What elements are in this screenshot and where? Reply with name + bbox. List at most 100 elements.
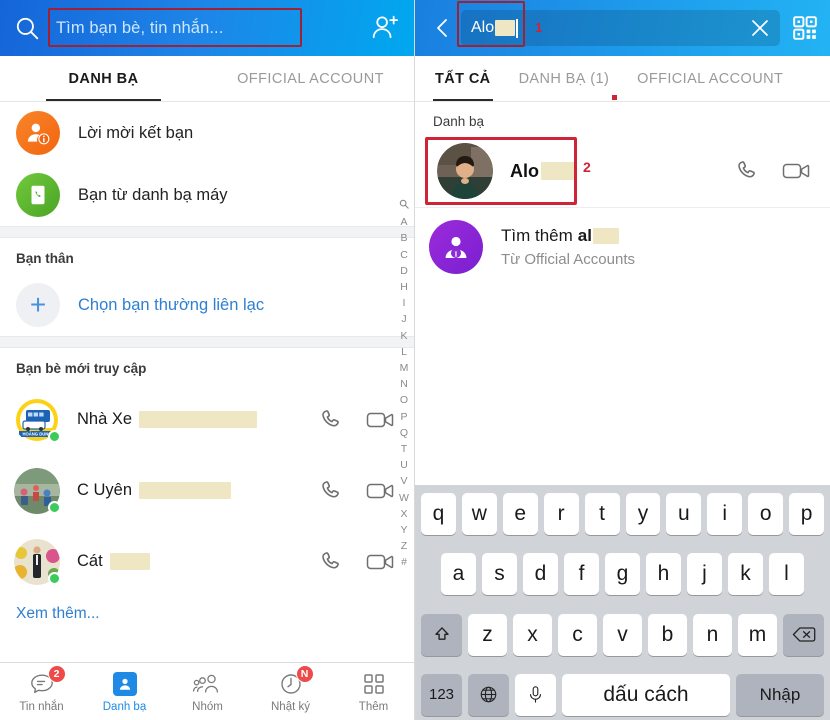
oa-person-glyph: I [445, 236, 467, 258]
alpha-letter[interactable]: L [396, 344, 412, 360]
key-u[interactable]: u [666, 493, 702, 535]
key-l[interactable]: l [769, 553, 804, 596]
list-item[interactable]: C Uyên [0, 455, 414, 526]
phone-card-glyph [31, 185, 45, 205]
microphone-icon[interactable] [515, 673, 556, 716]
search-result-contact[interactable]: Alo 2 [415, 135, 830, 207]
alpha-letter[interactable]: I [396, 295, 412, 311]
qr-code-icon[interactable] [792, 15, 818, 41]
alpha-letter[interactable]: W [396, 490, 412, 506]
alpha-letter[interactable]: K [396, 328, 412, 344]
nav-nhom[interactable]: Nhóm [166, 663, 249, 720]
tab-danh-ba[interactable]: DANH BẠ [0, 56, 207, 101]
globe-icon[interactable] [468, 673, 509, 716]
row-add-favorite[interactable]: + Chọn bạn thường liên lạc [0, 274, 414, 336]
search-input[interactable]: Alo 1 [457, 1, 780, 47]
video-call-icon[interactable] [366, 408, 394, 432]
key-q[interactable]: q [420, 493, 456, 535]
alpha-letter[interactable]: Y [396, 522, 412, 538]
key-w[interactable]: w [461, 493, 497, 535]
alpha-letter[interactable]: X [396, 506, 412, 522]
phone-call-icon[interactable] [734, 158, 760, 184]
tab-official-account[interactable]: OFFICIAL ACCOUNT [207, 56, 414, 101]
key-z[interactable]: z [468, 613, 507, 656]
alpha-letter[interactable]: U [396, 457, 412, 473]
alpha-letter[interactable]: Z [396, 538, 412, 554]
close-icon[interactable] [748, 16, 772, 40]
alpha-letter[interactable]: J [396, 311, 412, 327]
alpha-letter[interactable]: M [396, 360, 412, 376]
key-b[interactable]: b [648, 613, 687, 656]
alpha-letter[interactable]: H [396, 279, 412, 295]
key-j[interactable]: j [687, 553, 722, 596]
key-numbers[interactable]: 123 [421, 673, 462, 716]
tab-tat-ca[interactable]: TẤT CẢ [421, 56, 505, 101]
alpha-letter[interactable]: C [396, 247, 412, 263]
list-item[interactable]: Cát [0, 526, 414, 597]
key-enter[interactable]: Nhập [736, 673, 824, 716]
phone-call-icon[interactable] [318, 407, 344, 433]
key-m[interactable]: m [738, 613, 777, 656]
key-o[interactable]: o [748, 493, 784, 535]
alpha-letter[interactable]: Q [396, 425, 412, 441]
row-friend-requests[interactable]: Lời mời kết bạn [0, 102, 414, 164]
nav-them[interactable]: Thêm [332, 663, 414, 720]
nav-danh-ba[interactable]: Danh bạ [83, 663, 166, 720]
key-f[interactable]: f [564, 553, 599, 596]
tab-official-account-results[interactable]: OFFICIAL ACCOUNT [623, 56, 797, 101]
key-p[interactable]: p [789, 493, 825, 535]
alpha-letter[interactable]: T [396, 441, 412, 457]
alpha-letter[interactable]: # [396, 554, 412, 570]
nav-nhom-label: Nhóm [192, 700, 223, 713]
alphabet-index[interactable]: A B C D H I J K L M N O P Q T U V W X Y … [396, 198, 412, 571]
phone-call-icon[interactable] [318, 549, 344, 575]
key-n[interactable]: n [693, 613, 732, 656]
phonebook-icon [16, 173, 60, 217]
official-account-line1: Tìm thêm al [501, 226, 635, 246]
key-x[interactable]: x [513, 613, 552, 656]
list-item[interactable]: HOÀNG DUNG Nhà Xe [0, 384, 414, 455]
key-space[interactable]: dấu cách [562, 673, 730, 716]
key-v[interactable]: v [603, 613, 642, 656]
search-input[interactable]: Tìm bạn bè, tin nhắn... [48, 8, 360, 48]
alpha-letter[interactable]: V [396, 473, 412, 489]
key-a[interactable]: a [441, 553, 476, 596]
keyboard-row-1: q w e r t y u i o p [418, 493, 827, 535]
search-placeholder-text: Tìm bạn bè, tin nhắn... [56, 18, 224, 37]
shift-icon[interactable] [421, 613, 462, 656]
alpha-letter[interactable]: P [396, 409, 412, 425]
tab-danh-ba-results[interactable]: DANH BẠ (1) [505, 56, 624, 101]
official-account-icon: I [429, 219, 483, 274]
key-c[interactable]: c [558, 613, 597, 656]
search-icon[interactable] [14, 15, 40, 41]
see-more-link[interactable]: Xem thêm... [0, 597, 414, 623]
alpha-letter[interactable]: B [396, 230, 412, 246]
key-k[interactable]: k [728, 553, 763, 596]
video-call-icon[interactable] [782, 159, 810, 183]
key-i[interactable]: i [707, 493, 743, 535]
key-r[interactable]: r [543, 493, 579, 535]
alpha-letter[interactable]: A [396, 214, 412, 230]
back-arrow-icon[interactable] [431, 16, 455, 40]
phone-call-icon[interactable] [318, 478, 344, 504]
key-t[interactable]: t [584, 493, 620, 535]
alpha-search-icon[interactable] [396, 198, 412, 214]
row-phonebook[interactable]: Bạn từ danh bạ máy [0, 164, 414, 226]
nav-tin-nhan[interactable]: 2 Tin nhắn [0, 663, 83, 720]
key-y[interactable]: y [625, 493, 661, 535]
alpha-letter[interactable]: D [396, 263, 412, 279]
key-s[interactable]: s [482, 553, 517, 596]
alpha-letter[interactable]: O [396, 392, 412, 408]
key-h[interactable]: h [646, 553, 681, 596]
key-d[interactable]: d [523, 553, 558, 596]
nav-nhat-ky[interactable]: N Nhật ký [249, 663, 332, 720]
backspace-icon[interactable] [783, 613, 824, 656]
search-more-official-accounts[interactable]: I Tìm thêm al Từ Official Accounts [415, 207, 830, 285]
key-e[interactable]: e [502, 493, 538, 535]
redaction-block [139, 482, 232, 499]
add-user-icon[interactable] [370, 13, 400, 43]
video-call-icon[interactable] [366, 479, 394, 503]
video-call-icon[interactable] [366, 550, 394, 574]
alpha-letter[interactable]: N [396, 376, 412, 392]
key-g[interactable]: g [605, 553, 640, 596]
